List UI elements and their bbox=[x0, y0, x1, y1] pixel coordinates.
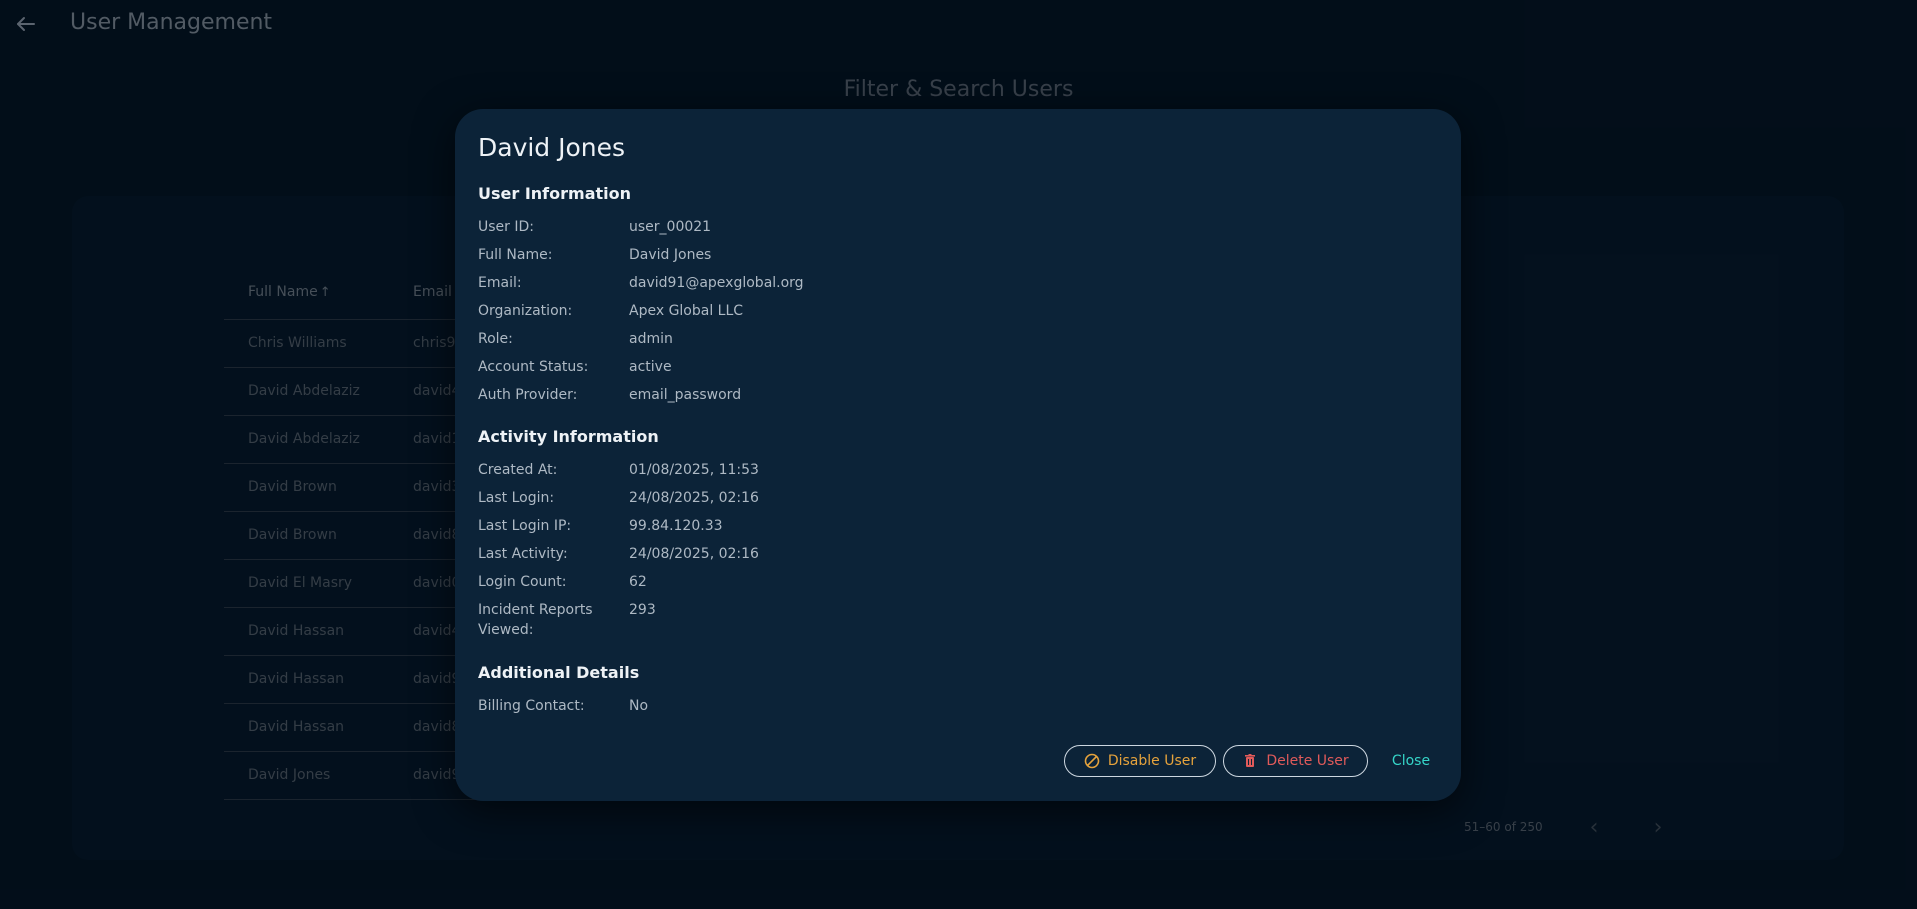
user-information-heading: User Information bbox=[478, 184, 631, 203]
close-button[interactable]: Close bbox=[1381, 745, 1441, 777]
additional-details-heading: Additional Details bbox=[478, 663, 640, 682]
activity-information-heading: Activity Information bbox=[478, 427, 659, 446]
page: User Management Filter & Search Users Fu… bbox=[0, 0, 1917, 909]
trash-icon bbox=[1242, 753, 1258, 769]
delete-user-label: Delete User bbox=[1266, 753, 1349, 769]
disable-user-label: Disable User bbox=[1107, 753, 1197, 769]
delete-user-button[interactable]: Delete User bbox=[1223, 745, 1368, 777]
disable-user-button[interactable]: Disable User bbox=[1064, 745, 1216, 777]
modal-title: David Jones bbox=[478, 133, 626, 162]
block-icon bbox=[1084, 753, 1100, 769]
user-details-modal: David Jones User Information User ID: use… bbox=[455, 109, 1461, 801]
